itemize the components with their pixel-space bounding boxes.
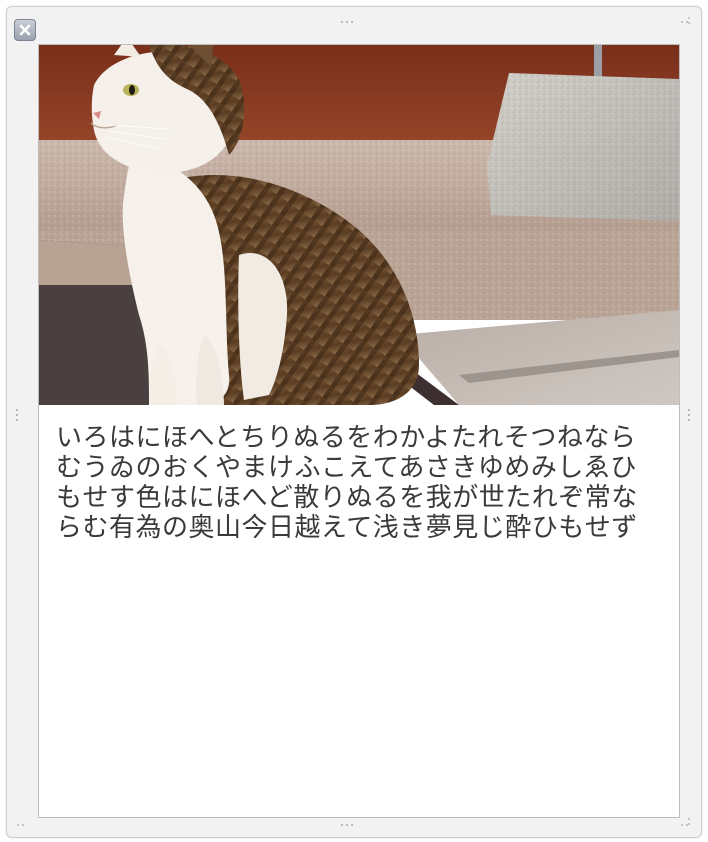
cat-photo (39, 45, 679, 405)
popup-window: いろはにほへとちりぬるをわかよたれそつねならむうゐのおくやまけふこえてあさきゆめ… (6, 6, 702, 838)
resize-grip-bottom-right[interactable] (681, 824, 688, 826)
content-panel: いろはにほへとちりぬるをわかよたれそつねならむうゐのおくやまけふこえてあさきゆめ… (38, 44, 680, 818)
resize-grip-left[interactable] (16, 409, 18, 421)
resize-grip-bottom-right-side[interactable] (688, 818, 690, 825)
resize-grip-top-right[interactable] (681, 21, 688, 23)
caption-text: いろはにほへとちりぬるをわかよたれそつねならむうゐのおくやまけふこえてあさきゆめ… (56, 423, 638, 543)
cat-photo-image (39, 45, 679, 405)
resize-grip-bottom[interactable] (341, 824, 353, 826)
close-icon (19, 24, 31, 36)
resize-grip-top[interactable] (341, 21, 353, 23)
resize-grip-right[interactable] (688, 409, 690, 421)
resize-grip-top-right-side[interactable] (688, 17, 690, 24)
close-button[interactable] (14, 19, 36, 41)
resize-grip-bottom-left[interactable] (17, 824, 24, 826)
